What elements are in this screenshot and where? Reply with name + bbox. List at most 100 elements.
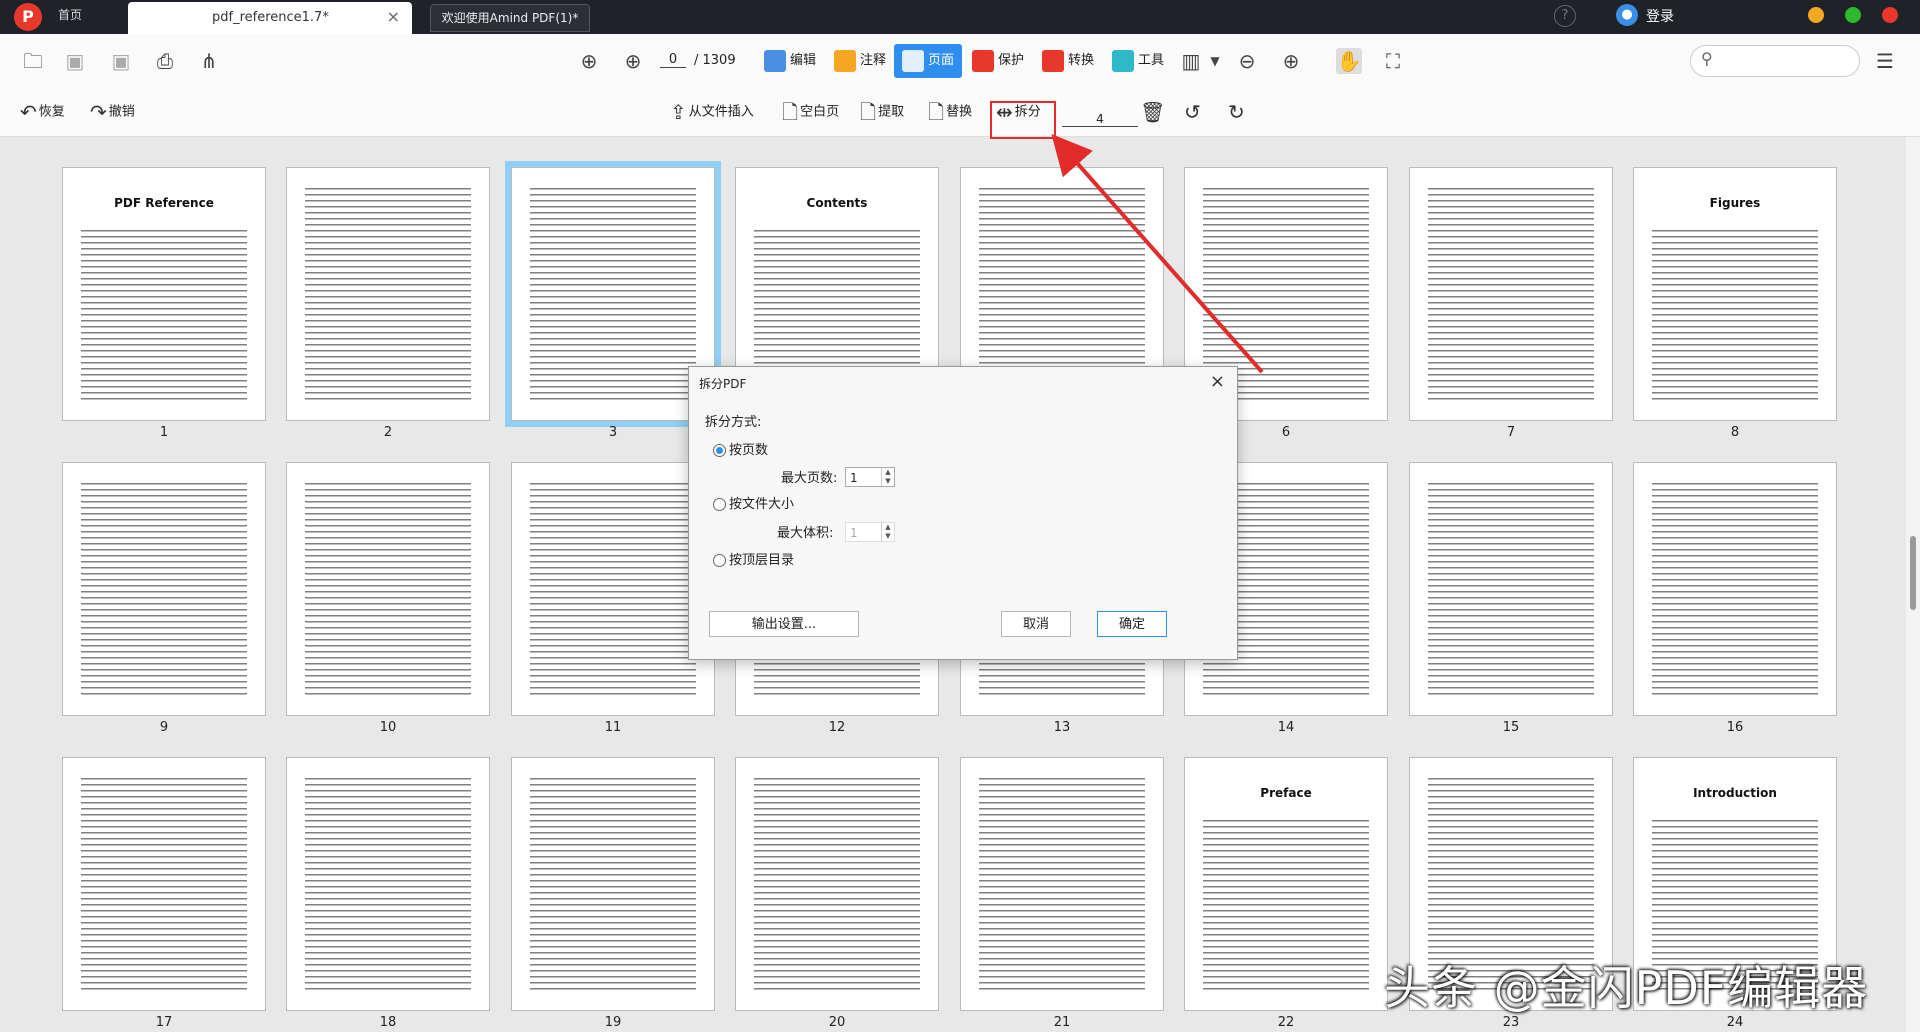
open-folder-icon[interactable]: 🗀 xyxy=(20,48,46,74)
page-thumbnail[interactable] xyxy=(735,757,939,1011)
layout-icon[interactable]: ▥ xyxy=(1178,48,1204,74)
zoom-out-icon[interactable]: ⊖ xyxy=(1234,48,1260,74)
page-number-input[interactable]: 0 xyxy=(660,52,686,68)
max-pages-value: 1 xyxy=(850,471,858,485)
hand-tool-icon[interactable]: ✋ xyxy=(1336,48,1362,74)
rotate-left-button[interactable]: ↺ xyxy=(1184,100,1203,124)
search-icon: ⚲ xyxy=(1701,49,1713,68)
trash-icon: 🗑 xyxy=(1140,100,1166,124)
tab-document[interactable]: pdf_reference1.7* × xyxy=(128,2,412,34)
page-thumbnail[interactable] xyxy=(1409,462,1613,716)
tab-convert-label: 转换 xyxy=(1068,53,1095,68)
tab-document-label: pdf_reference1.7* xyxy=(212,10,329,25)
tab-protect-label: 保护 xyxy=(998,53,1025,68)
tab-annotate[interactable]: 注释 xyxy=(834,44,886,78)
tab-protect[interactable]: 保护 xyxy=(972,44,1024,78)
output-settings-button[interactable]: 输出设置... xyxy=(709,611,859,637)
extract-icon: 🗋 xyxy=(860,100,877,124)
split-count-input[interactable]: 4 xyxy=(1062,112,1138,127)
page-thumbnail[interactable] xyxy=(286,462,490,716)
max-pages-label: 最大页数: xyxy=(781,471,838,486)
print-icon[interactable]: ⎙ xyxy=(152,48,178,74)
radio-icon-selected xyxy=(713,444,726,457)
tab-page[interactable]: 页面 xyxy=(894,44,963,78)
insert-from-file-button[interactable]: ⇪ 从文件插入 xyxy=(670,100,754,124)
tab-annotate-label: 注释 xyxy=(860,53,887,68)
next-page-icon[interactable]: ⊕ xyxy=(620,48,646,74)
page-number-label: 3 xyxy=(608,425,618,440)
page-text-lines xyxy=(305,778,471,990)
layout-dropdown-icon[interactable]: ▼ xyxy=(1202,48,1228,74)
page-text-lines xyxy=(1203,820,1369,990)
page-thumbnail[interactable] xyxy=(511,757,715,1011)
radio-by-pages[interactable]: 按页数 xyxy=(713,439,768,458)
page-thumbnail[interactable] xyxy=(960,757,1164,1011)
rotate-right-button[interactable]: ↻ xyxy=(1228,100,1247,124)
replace-button[interactable]: 🗋 替换 xyxy=(928,100,972,124)
page-thumbnail[interactable]: Preface xyxy=(1184,757,1388,1011)
radio-by-bookmark[interactable]: 按顶层目录 xyxy=(713,549,794,568)
close-tab-icon[interactable]: × xyxy=(387,7,400,26)
radio-by-size[interactable]: 按文件大小 xyxy=(713,493,794,512)
page-thumbnail[interactable] xyxy=(286,757,490,1011)
zoom-in-icon[interactable]: ⊕ xyxy=(1278,48,1304,74)
tab-convert[interactable]: 转换 xyxy=(1042,44,1094,78)
search-input[interactable]: ⚲ xyxy=(1690,45,1860,77)
page-number-label: 16 xyxy=(1726,720,1744,735)
rotate-right-icon: ↻ xyxy=(1228,100,1245,124)
blank-page-button[interactable]: 🗋 空白页 xyxy=(782,100,839,124)
restore-button[interactable]: ↶ 恢复 xyxy=(20,100,65,124)
save-as-icon[interactable]: ▣ xyxy=(108,48,134,74)
close-icon[interactable]: × xyxy=(1210,371,1225,392)
page-thumbnail[interactable] xyxy=(505,161,721,427)
page-thumbnail[interactable] xyxy=(286,167,490,421)
scrollbar-thumb[interactable] xyxy=(1910,536,1916,610)
prev-page-icon[interactable]: ⊕ xyxy=(576,48,602,74)
page-thumbnail[interactable] xyxy=(62,757,266,1011)
maximize-button[interactable] xyxy=(1845,7,1861,23)
page-heading: Introduction xyxy=(1693,786,1777,800)
page-text-lines xyxy=(530,483,696,695)
share-icon[interactable]: ⋔ xyxy=(196,48,222,74)
undo-button[interactable]: ↷ 撤销 xyxy=(90,100,135,124)
max-pages-stepper[interactable]: 1 ▲ ▼ xyxy=(845,467,895,487)
page-text-lines xyxy=(1652,230,1818,400)
page-thumbnail[interactable]: PDF Reference xyxy=(62,167,266,421)
page-number-label: 17 xyxy=(155,1015,173,1030)
cancel-button[interactable]: 取消 xyxy=(1001,611,1071,637)
extract-button[interactable]: 🗋 提取 xyxy=(860,100,904,124)
tab-edit-label: 编辑 xyxy=(790,53,817,68)
ok-button[interactable]: 确定 xyxy=(1097,611,1167,637)
help-icon[interactable]: ? xyxy=(1554,5,1576,27)
page-text-lines xyxy=(530,778,696,990)
tab-tools[interactable]: 工具 xyxy=(1112,44,1164,78)
page-thumbnail[interactable] xyxy=(62,462,266,716)
page-thumbnail[interactable] xyxy=(1633,462,1837,716)
page-thumbnail[interactable]: Figures xyxy=(1633,167,1837,421)
page-thumbnail[interactable] xyxy=(511,462,715,716)
fit-page-icon[interactable]: ⛶ xyxy=(1380,48,1406,74)
page-number-label: 15 xyxy=(1502,720,1520,735)
max-size-label: 最大体积: xyxy=(777,526,834,541)
minimize-button[interactable] xyxy=(1808,7,1824,23)
stepper-arrows-icon[interactable]: ▲ ▼ xyxy=(881,523,894,541)
tab-edit[interactable]: 编辑 xyxy=(764,44,816,78)
page-number-label: 11 xyxy=(604,720,622,735)
menu-icon[interactable]: ☰ xyxy=(1872,48,1898,74)
save-icon[interactable]: ▣ xyxy=(62,48,88,74)
login-button[interactable]: 登录 xyxy=(1646,6,1674,26)
user-avatar-icon[interactable]: ● xyxy=(1616,4,1638,26)
page-number-label: 1 xyxy=(159,425,169,440)
close-window-button[interactable] xyxy=(1882,7,1898,23)
page-number-label: 21 xyxy=(1053,1015,1071,1030)
tab-welcome[interactable]: 欢迎使用Amind PDF(1)* xyxy=(430,4,590,32)
rotate-left-icon: ↺ xyxy=(1184,100,1201,124)
page-thumbnail[interactable] xyxy=(1409,167,1613,421)
page-text-lines xyxy=(81,483,247,695)
split-pdf-dialog: 拆分PDF × 拆分方式: 按页数 最大页数: 1 ▲ ▼ 按文件大小 最大体积:… xyxy=(688,366,1238,660)
stepper-arrows-icon[interactable]: ▲ ▼ xyxy=(881,468,894,486)
delete-button[interactable]: 🗑 xyxy=(1140,100,1167,124)
tab-home[interactable]: 首页 xyxy=(50,0,136,34)
app-logo-icon: P xyxy=(14,3,42,31)
max-size-stepper[interactable]: 1 ▲ ▼ xyxy=(845,522,895,542)
